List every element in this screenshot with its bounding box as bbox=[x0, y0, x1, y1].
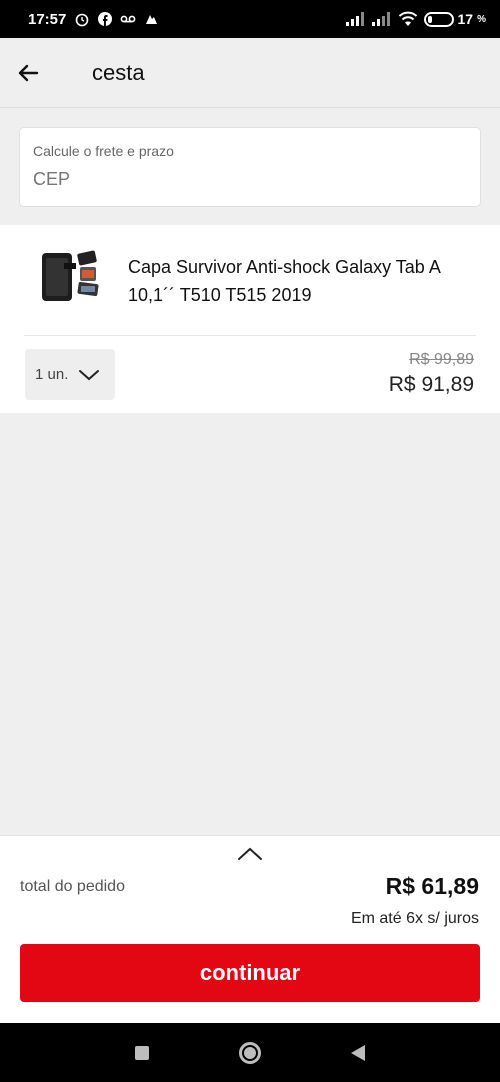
battery-indicator: 17% bbox=[423, 11, 486, 27]
percent-sign: % bbox=[477, 13, 486, 25]
back-nav-icon[interactable] bbox=[351, 1044, 365, 1061]
installments-text: Em até 6x s/ juros bbox=[350, 910, 479, 927]
order-summary: total do pedido R$ 61,89 Em até 6x s/ ju… bbox=[0, 835, 500, 1023]
recent-apps-icon[interactable] bbox=[135, 1045, 149, 1060]
battery-icon bbox=[423, 11, 454, 27]
system-nav-bar bbox=[0, 1023, 500, 1082]
total-value: R$ 61,89 bbox=[385, 873, 479, 899]
continue-button[interactable]: continuar bbox=[20, 944, 480, 1002]
facebook-icon bbox=[98, 12, 113, 26]
battery-percent: 17 bbox=[457, 11, 474, 27]
original-price: R$ 99,89 bbox=[409, 351, 474, 368]
cep-input[interactable] bbox=[33, 169, 467, 190]
app-notification-icon bbox=[146, 15, 158, 24]
page-title: cesta bbox=[92, 59, 145, 85]
chevron-down-icon bbox=[79, 369, 100, 380]
product-name[interactable]: Capa Survivor Anti-shock Galaxy Tab A 10… bbox=[128, 253, 448, 309]
divider bbox=[24, 335, 476, 336]
cart-item: Capa Survivor Anti-shock Galaxy Tab A 10… bbox=[0, 225, 500, 413]
alarm-icon bbox=[76, 13, 89, 27]
status-bar: 17:57 17% bbox=[0, 0, 500, 38]
quantity-select[interactable]: 1 un. bbox=[25, 349, 115, 400]
quantity-value: 1 un. bbox=[35, 366, 69, 383]
app-bar: cesta bbox=[0, 38, 500, 108]
wifi-icon bbox=[398, 11, 417, 26]
product-thumbnail[interactable] bbox=[38, 249, 106, 307]
shipping-label: Calcule o frete e prazo bbox=[33, 143, 174, 159]
voicemail-icon bbox=[120, 15, 136, 23]
signal-icon-2 bbox=[371, 12, 390, 26]
current-price: R$ 91,89 bbox=[388, 373, 474, 396]
home-icon[interactable] bbox=[239, 1041, 261, 1064]
expand-summary-button[interactable] bbox=[236, 844, 264, 864]
chevron-up-icon bbox=[238, 847, 262, 860]
shipping-calculator[interactable]: Calcule o frete e prazo bbox=[19, 127, 481, 207]
total-label: total do pedido bbox=[20, 878, 125, 895]
signal-icon bbox=[345, 12, 364, 26]
back-button[interactable] bbox=[0, 38, 56, 108]
home-dot bbox=[244, 1046, 256, 1059]
status-time: 17:57 bbox=[28, 10, 67, 28]
arrow-left-icon bbox=[18, 64, 39, 81]
battery-fill bbox=[427, 15, 432, 23]
